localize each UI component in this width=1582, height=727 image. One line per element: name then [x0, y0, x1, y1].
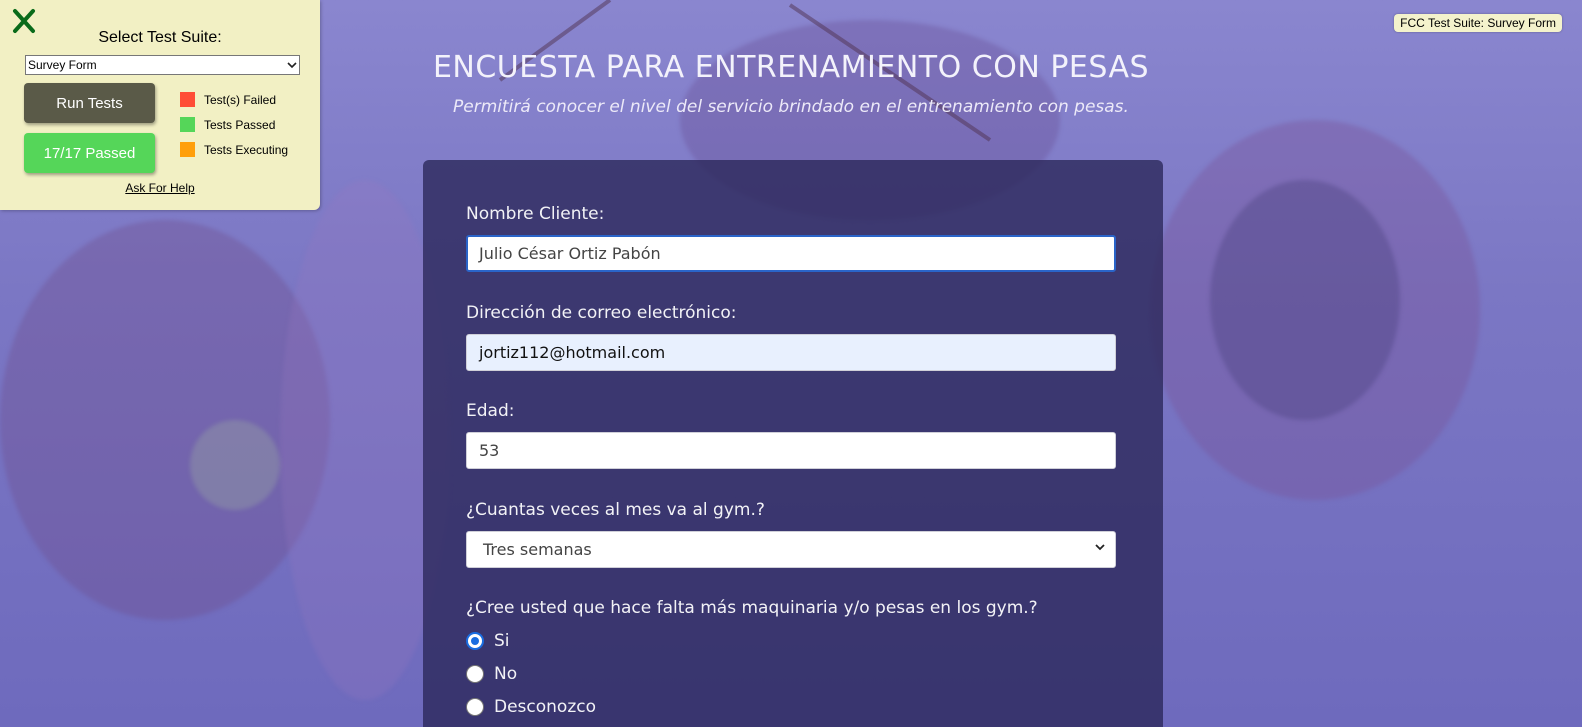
ask-for-help-link[interactable]: Ask For Help	[0, 181, 320, 195]
legend-executing: Tests Executing	[180, 142, 288, 157]
machinery-label: ¿Cree usted que hace falta más maquinari…	[466, 598, 1038, 618]
test-suite-select[interactable]: Survey Form	[25, 55, 300, 75]
radio-label-si: Si	[494, 631, 510, 651]
gym-frequency-label: ¿Cuantas veces al mes va al gym.?	[466, 500, 765, 520]
fcc-suite-badge[interactable]: FCC Test Suite: Survey Form	[1394, 14, 1562, 32]
name-label: Nombre Cliente:	[466, 204, 605, 224]
legend-failed-label: Test(s) Failed	[204, 92, 277, 107]
age-label: Edad:	[466, 401, 515, 421]
gym-frequency-select[interactable]: Tres semanas	[466, 531, 1116, 568]
radio-label-desconozco: Desconozco	[494, 697, 596, 717]
gym-frequency-selected: Tres semanas	[483, 540, 592, 559]
test-suite-title: Select Test Suite:	[98, 29, 222, 46]
legend-executing-label: Tests Executing	[204, 142, 289, 157]
email-input[interactable]: jortiz112@hotmail.com	[466, 334, 1116, 371]
email-label: Dirección de correo electrónico:	[466, 303, 737, 323]
chevron-down-icon	[287, 62, 297, 69]
fcc-test-panel: Select Test Suite: Survey Form Run Tests…	[0, 0, 320, 210]
failed-swatch	[180, 92, 195, 107]
legend-passed-label: Tests Passed	[204, 117, 276, 132]
legend-passed: Tests Passed	[180, 117, 275, 132]
radio-button-desconozco[interactable]	[466, 698, 484, 716]
legend-failed: Test(s) Failed	[180, 92, 276, 107]
passed-swatch	[180, 117, 195, 132]
radio-button-si[interactable]	[466, 632, 484, 650]
tests-passed-button[interactable]: 17/17 Passed	[24, 133, 155, 173]
radio-label-no: No	[494, 664, 518, 684]
age-input[interactable]: 53	[466, 432, 1116, 469]
run-tests-button[interactable]: Run Tests	[24, 83, 155, 123]
chevron-down-icon	[1095, 544, 1105, 551]
test-suite-selected: Survey Form	[28, 58, 97, 72]
radio-option-desconozco[interactable]: Desconozco	[466, 697, 596, 717]
survey-form: Nombre Cliente: Julio César Ortiz Pabón …	[423, 160, 1163, 727]
radio-option-si[interactable]: Si	[466, 631, 510, 651]
name-input[interactable]: Julio César Ortiz Pabón	[466, 235, 1116, 272]
radio-option-no[interactable]: No	[466, 664, 517, 684]
executing-swatch	[180, 142, 195, 157]
radio-button-no[interactable]	[466, 665, 484, 683]
